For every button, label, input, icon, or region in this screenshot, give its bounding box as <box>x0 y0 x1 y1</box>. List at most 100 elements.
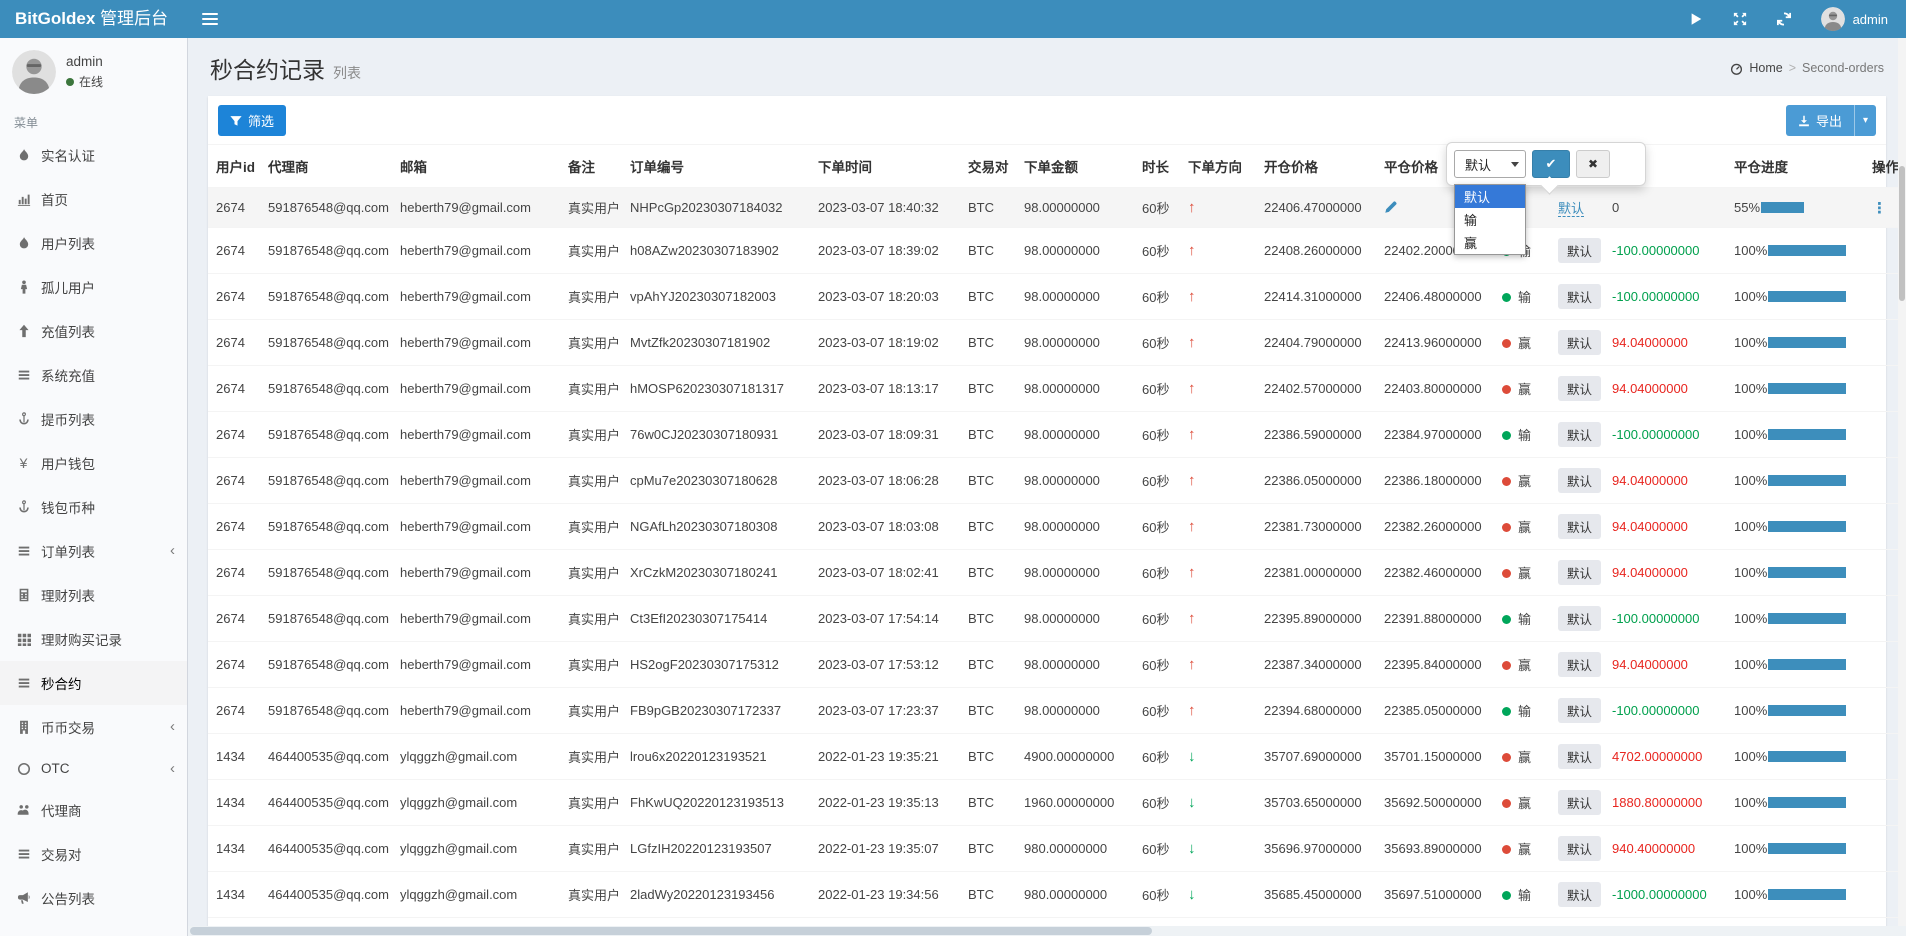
cell-order-time: 2023-03-07 18:20:03 <box>810 274 960 320</box>
progress-label: 100% <box>1734 703 1767 718</box>
cell-agent: 464400535@qq.com <box>260 780 392 826</box>
sidebar-item-7[interactable]: ¥用户钱包 <box>0 441 187 485</box>
cell-agent: 591876548@qq.com <box>260 412 392 458</box>
filter-button[interactable]: 筛选 <box>218 105 286 136</box>
app-brand[interactable]: BitGoldex 管理后台 <box>0 0 188 38</box>
control-badge[interactable]: 默认 <box>1558 744 1601 769</box>
select-option-2[interactable]: 赢 <box>1455 231 1525 254</box>
direction-up-icon: ↑ <box>1188 242 1196 259</box>
export-button[interactable]: 导出 <box>1786 105 1854 136</box>
play-icon[interactable] <box>1689 12 1703 26</box>
cancel-button[interactable]: ✖ <box>1576 150 1610 178</box>
control-badge[interactable]: 默认 <box>1558 468 1601 493</box>
column-header: 代理商 <box>260 145 392 188</box>
sidebar-item-15[interactable]: 代理商 <box>0 788 187 832</box>
control-badge[interactable]: 默认 <box>1558 606 1601 631</box>
sidebar-item-2[interactable]: 用户列表 <box>0 221 187 265</box>
cell-order-time: 2023-03-07 18:03:08 <box>810 504 960 550</box>
sidebar-user-name: admin <box>66 54 103 69</box>
vertical-scrollbar[interactable] <box>1898 38 1906 926</box>
cell-profit: -100.00000000 <box>1604 596 1726 642</box>
cell-user-id: 1434 <box>208 780 260 826</box>
control-select-menu: 默认输赢 <box>1454 184 1526 255</box>
horizontal-scrollbar-thumb[interactable] <box>190 927 1152 935</box>
fullscreen-icon[interactable] <box>1733 12 1747 26</box>
cell-duration: 60秒 <box>1134 458 1180 504</box>
breadcrumb-home-link[interactable]: Home <box>1749 61 1782 75</box>
sidebar-item-13[interactable]: 币币交易‹ <box>0 705 187 749</box>
cell-agent: 591876548@qq.com <box>260 320 392 366</box>
edit-close-price-icon[interactable] <box>1384 200 1398 215</box>
vertical-scrollbar-thumb[interactable] <box>1899 166 1905 301</box>
direction-down-icon: ↓ <box>1188 886 1196 903</box>
cell-duration: 60秒 <box>1134 826 1180 872</box>
row-actions-button[interactable]: ⋮ <box>1872 200 1887 217</box>
progress-bar <box>1768 797 1846 808</box>
top-navbar: BitGoldex 管理后台 admin <box>0 0 1906 38</box>
cell-profit: 4702.00000000 <box>1604 734 1726 780</box>
sidebar-item-10[interactable]: 理财列表 <box>0 573 187 617</box>
control-badge[interactable]: 默认 <box>1558 422 1601 447</box>
cell-progress: 55% <box>1726 188 1864 228</box>
direction-down-icon: ↓ <box>1188 794 1196 811</box>
funnel-icon <box>230 115 242 127</box>
export-dropdown-toggle[interactable]: ▾ <box>1854 105 1876 136</box>
sidebar-item-17[interactable]: 公告列表 <box>0 876 187 920</box>
control-badge[interactable]: 默认 <box>1558 836 1601 861</box>
control-badge[interactable]: 默认 <box>1558 560 1601 585</box>
refresh-icon[interactable] <box>1777 12 1791 26</box>
result-dot-icon <box>1502 477 1511 486</box>
control-badge[interactable]: 默认 <box>1558 514 1601 539</box>
sidebar-item-label: 系统充值 <box>41 365 95 385</box>
result-dot-icon <box>1502 293 1511 302</box>
confirm-button[interactable]: ✔ <box>1532 150 1570 178</box>
sidebar-item-1[interactable]: 首页 <box>0 177 187 221</box>
sidebar-item-6[interactable]: 提币列表 <box>0 397 187 441</box>
sidebar-item-14[interactable]: OTC‹ <box>0 749 187 788</box>
control-select[interactable]: 默认 <box>1454 150 1526 178</box>
control-badge[interactable]: 默认 <box>1558 284 1601 309</box>
column-header: 交易对 <box>960 145 1016 188</box>
control-badge[interactable]: 默认 <box>1558 652 1601 677</box>
direction-up-icon: ↑ <box>1188 610 1196 627</box>
sidebar-item-0[interactable]: 实名认证 <box>0 133 187 177</box>
cell-amount: 98.00000000 <box>1016 504 1134 550</box>
progress-label: 100% <box>1734 565 1767 580</box>
cell-control: 默认 <box>1550 504 1604 550</box>
sidebar-item-5[interactable]: 系统充值 <box>0 353 187 397</box>
cell-note: 真实用户 <box>560 642 622 688</box>
select-option-0[interactable]: 默认 <box>1455 185 1525 208</box>
control-editable-link[interactable]: 默认 <box>1558 201 1584 217</box>
control-badge[interactable]: 默认 <box>1558 376 1601 401</box>
control-badge[interactable]: 默认 <box>1558 238 1601 263</box>
progress-bar <box>1768 843 1846 854</box>
navbar-user-menu[interactable]: admin <box>1821 7 1888 31</box>
sidebar-item-8[interactable]: 钱包币种 <box>0 485 187 529</box>
sidebar-item-11[interactable]: 理财购买记录 <box>0 617 187 661</box>
cell-open-price: 35703.65000000 <box>1256 780 1376 826</box>
progress-label: 100% <box>1734 795 1767 810</box>
cell-direction: ↓ <box>1180 734 1256 780</box>
progress-label: 100% <box>1734 657 1767 672</box>
sidebar-item-3[interactable]: 孤儿用户 <box>0 265 187 309</box>
progress-bar <box>1768 705 1846 716</box>
sidebar-toggle-icon[interactable] <box>188 0 232 38</box>
cell-order-time: 2023-03-07 18:19:02 <box>810 320 960 366</box>
table-row: 1434464400535@qq.comylqggzh@gmail.com真实用… <box>208 872 1904 918</box>
control-badge[interactable]: 默认 <box>1558 698 1601 723</box>
direction-down-icon: ↓ <box>1188 748 1196 765</box>
table-row: 2674591876548@qq.comheberth79@gmail.com真… <box>208 320 1904 366</box>
sidebar-item-9[interactable]: 订单列表‹ <box>0 529 187 573</box>
control-badge[interactable]: 默认 <box>1558 882 1601 907</box>
horizontal-scrollbar[interactable] <box>188 926 1906 936</box>
table-row: 2674591876548@qq.comheberth79@gmail.com真… <box>208 596 1904 642</box>
control-badge[interactable]: 默认 <box>1558 790 1601 815</box>
sidebar-item-12[interactable]: 秒合约 <box>0 661 187 705</box>
select-option-1[interactable]: 输 <box>1455 208 1525 231</box>
sidebar-item-label: 用户列表 <box>41 233 95 253</box>
control-badge[interactable]: 默认 <box>1558 330 1601 355</box>
card-toolbar: 筛选 导出 ▾ <box>208 96 1886 145</box>
sidebar-item-4[interactable]: 充值列表 <box>0 309 187 353</box>
cell-direction: ↑ <box>1180 274 1256 320</box>
sidebar-item-16[interactable]: 交易对 <box>0 832 187 876</box>
